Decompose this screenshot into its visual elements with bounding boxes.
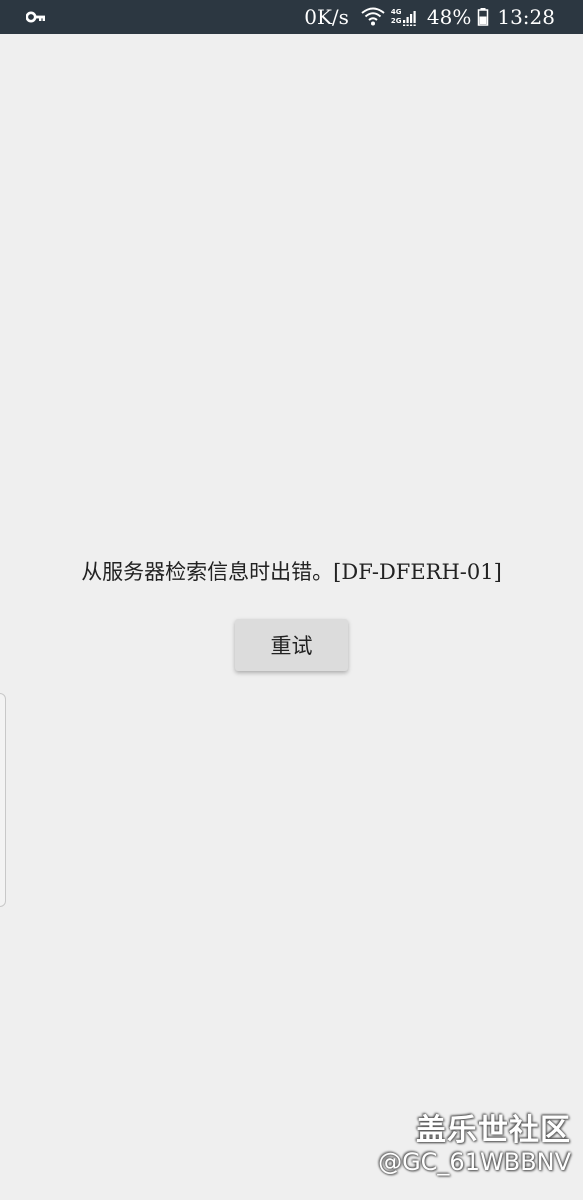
- wifi-icon: [361, 7, 385, 26]
- clock: 13:28: [497, 5, 555, 29]
- battery-percent: 48%: [426, 5, 472, 29]
- watermark-user: @GC_61WBBNV: [378, 1148, 571, 1176]
- edge-panel-handle[interactable]: [0, 693, 6, 907]
- signal-bars-icon: [402, 11, 416, 26]
- key-icon: [26, 11, 45, 23]
- battery-icon: [478, 8, 489, 26]
- status-icons: 0K/s 4G 2G 48% 13:28: [304, 0, 555, 34]
- status-bar: 0K/s 4G 2G 48% 13:28: [0, 0, 583, 34]
- network-speed: 0K/s: [304, 5, 349, 29]
- watermark-brand: 盖乐世社区: [416, 1113, 571, 1148]
- network-type-bottom: 2G: [390, 17, 402, 25]
- network-type-top: 4G: [390, 8, 402, 16]
- retry-button[interactable]: 重试: [235, 619, 348, 671]
- error-message: 从服务器检索信息时出错。[DF-DFERH-01]: [81, 560, 502, 584]
- cellular-signal: 4G 2G: [391, 6, 421, 28]
